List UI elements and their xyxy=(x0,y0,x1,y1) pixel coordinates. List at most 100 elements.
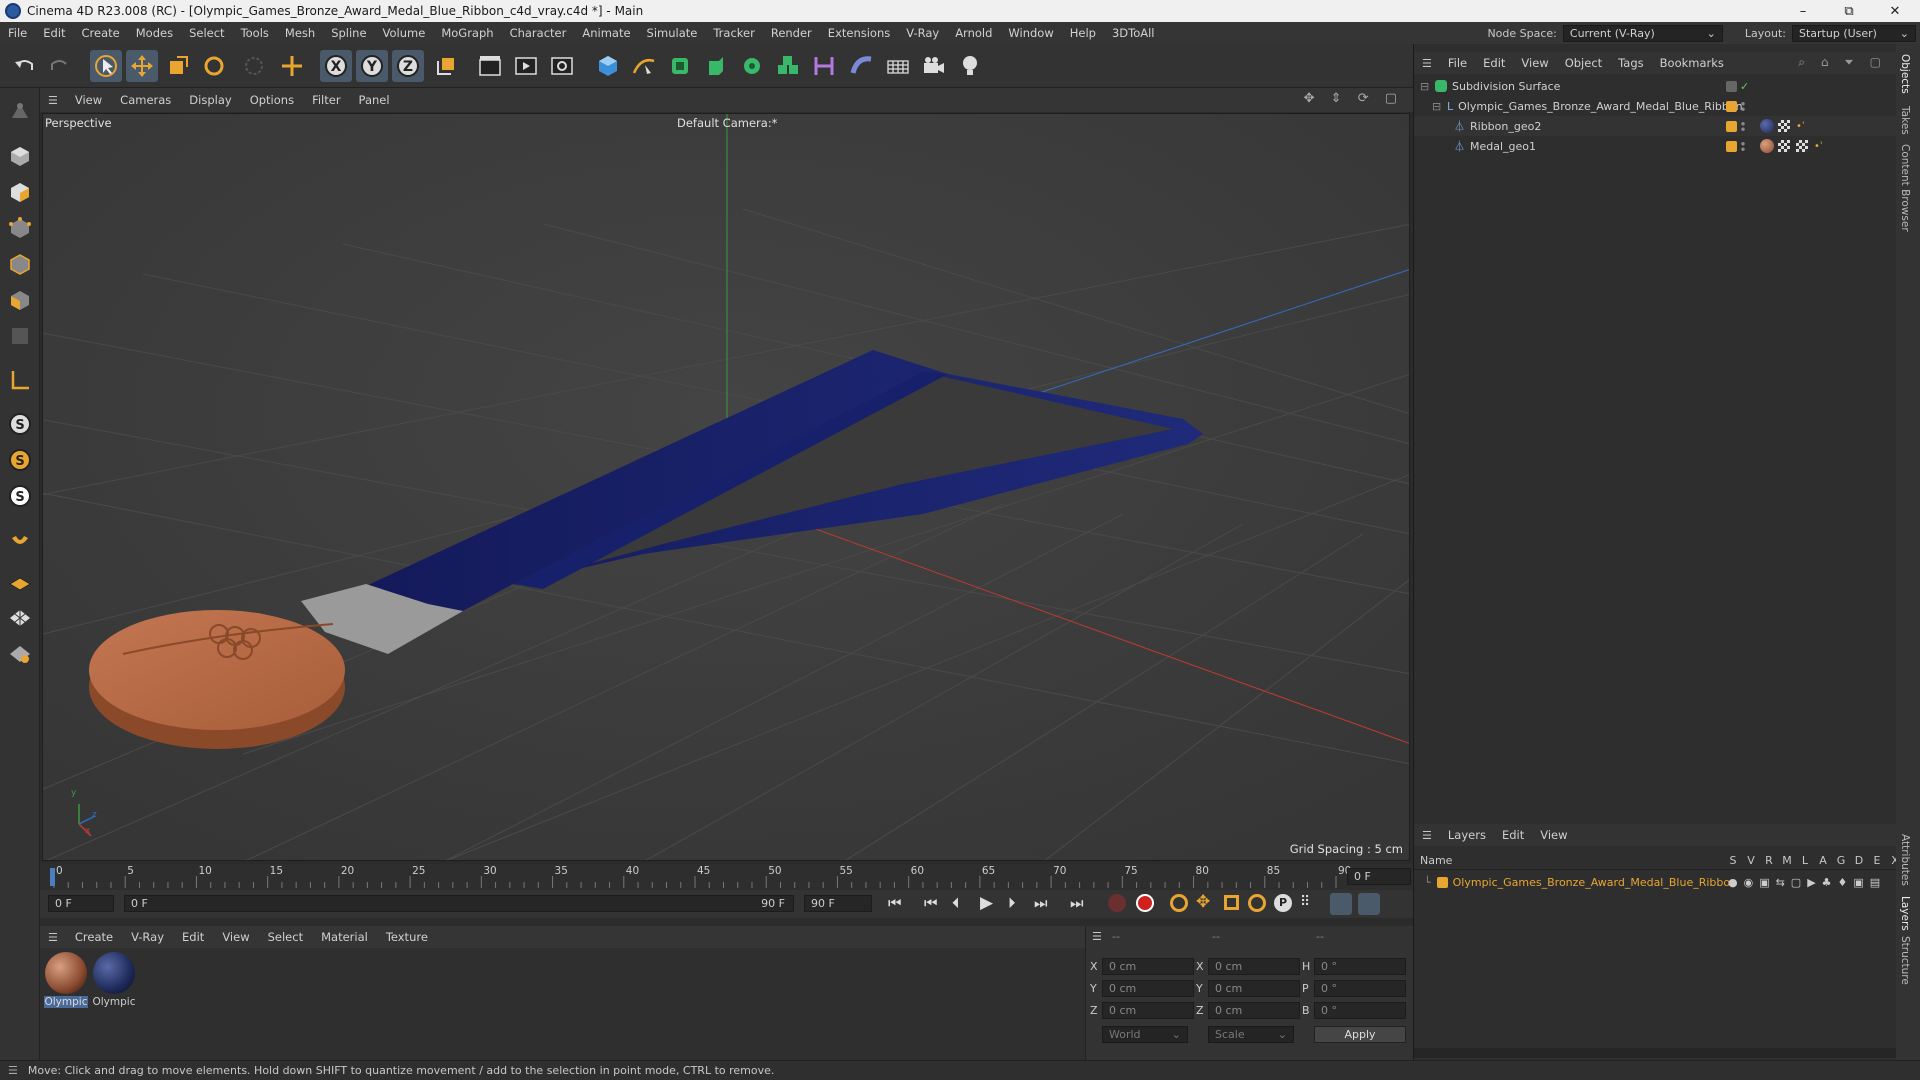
menu-character[interactable]: Character xyxy=(502,26,575,40)
planar-workplane-button[interactable] xyxy=(4,638,36,670)
magnet-button[interactable] xyxy=(4,524,36,556)
y-axis-lock-button[interactable]: Y xyxy=(356,50,388,82)
layer-flag-icons[interactable]: ●◉▣⇆▢▶♣♦▣▤ xyxy=(1728,876,1886,889)
snap-tool-button[interactable] xyxy=(276,50,308,82)
rotate-tool-button[interactable] xyxy=(198,50,230,82)
timeline-ruler[interactable]: 0 5 10 15 20 25 30 35 40 45 50 55 60 65 70 75 80 85 90 0 F xyxy=(40,864,1413,890)
record-inactive-icon[interactable] xyxy=(1108,894,1126,912)
visibility-dots-icon[interactable] xyxy=(1741,120,1745,132)
side-tab-takes[interactable]: Takes xyxy=(1899,106,1911,135)
layout-dropdown[interactable]: Startup (User) ⌄ xyxy=(1792,24,1916,42)
object-menu-object[interactable]: Object xyxy=(1557,56,1610,70)
hamburger-menu-icon[interactable]: ☰ xyxy=(8,1064,18,1077)
object-menu-tags[interactable]: Tags xyxy=(1610,56,1651,70)
hamburger-menu-icon[interactable]: ☰ xyxy=(40,931,66,944)
key-position-icon[interactable]: ✥ xyxy=(1196,892,1210,912)
hamburger-menu-icon[interactable]: ☰ xyxy=(40,94,66,107)
points-mode-button[interactable] xyxy=(4,212,36,244)
vray-tag-icon[interactable]: •ˈ xyxy=(1814,141,1823,152)
viewport-menu-filter[interactable]: Filter xyxy=(303,93,349,107)
object-row-medal[interactable]: ⏃ Medal_geo1 •ˈ xyxy=(1414,136,1897,156)
material-menu-vray[interactable]: V-Ray xyxy=(122,930,173,944)
side-tab-content-browser[interactable]: Content Browser xyxy=(1899,144,1911,232)
object-row-subdivision[interactable]: ⊟ Subdivision Surface ✓ xyxy=(1414,76,1897,96)
menu-render[interactable]: Render xyxy=(763,26,820,40)
material-menu-create[interactable]: Create xyxy=(66,930,122,944)
move-tool-button[interactable] xyxy=(126,50,158,82)
z-axis-lock-button[interactable]: Z xyxy=(392,50,424,82)
play-button[interactable]: ▶ xyxy=(980,893,993,913)
material-menu-material[interactable]: Material xyxy=(312,930,377,944)
menu-tracker[interactable]: Tracker xyxy=(705,26,763,40)
menu-create[interactable]: Create xyxy=(74,26,128,40)
start-frame-field[interactable]: 0 F xyxy=(48,895,114,912)
menu-modes[interactable]: Modes xyxy=(128,26,181,40)
uvw-tag-icon[interactable] xyxy=(1778,120,1790,132)
texture-mode-button[interactable] xyxy=(4,176,36,208)
material-menu-texture[interactable]: Texture xyxy=(377,930,437,944)
side-tab-structure[interactable]: Structure xyxy=(1899,936,1911,985)
cloner-button[interactable] xyxy=(736,50,768,82)
material-menu-select[interactable]: Select xyxy=(259,930,312,944)
menu-volume[interactable]: Volume xyxy=(375,26,434,40)
locked-workplane-button[interactable] xyxy=(4,602,36,634)
coordinate-system-button[interactable] xyxy=(430,50,462,82)
previous-frame-button[interactable]: ⏴ xyxy=(952,894,960,912)
3d-viewport[interactable]: Perspective Default Camera:* Grid Spacin… xyxy=(42,113,1410,861)
select-tool-button[interactable] xyxy=(90,50,122,82)
material-menu-edit[interactable]: Edit xyxy=(173,930,213,944)
coord-size-z-field[interactable]: 0 cm xyxy=(1208,1002,1300,1019)
make-editable-button[interactable] xyxy=(4,94,36,126)
close-window-button[interactable]: ✕ xyxy=(1872,0,1918,22)
node-space-dropdown[interactable]: Current (V-Ray) ⌄ xyxy=(1562,24,1723,42)
visibility-dots-icon[interactable] xyxy=(1741,100,1745,112)
coord-rot-h-field[interactable]: 0 ° xyxy=(1314,958,1406,975)
collapse-icon[interactable]: ⊟ xyxy=(1432,100,1442,113)
layer-color-swatch[interactable] xyxy=(1726,140,1737,152)
object-menu-view[interactable]: View xyxy=(1513,56,1556,70)
menu-mesh[interactable]: Mesh xyxy=(277,26,323,40)
menu-animate[interactable]: Animate xyxy=(574,26,638,40)
coord-size-x-field[interactable]: 0 cm xyxy=(1208,958,1300,975)
material-tag-icon[interactable] xyxy=(1760,119,1774,133)
vray-tag-icon[interactable]: •ˈ xyxy=(1796,121,1805,132)
object-menu-edit[interactable]: Edit xyxy=(1475,56,1513,70)
menu-mograph[interactable]: MoGraph xyxy=(433,26,501,40)
layer-row[interactable]: └ Olympic_Games_Bronze_Award_Medal_Blue_… xyxy=(1414,872,1897,892)
hamburger-menu-icon[interactable]: ☰ xyxy=(1414,829,1440,842)
key-pla-icon[interactable]: ⠿ xyxy=(1300,894,1310,910)
light-button[interactable] xyxy=(954,50,986,82)
viewport-camera-label[interactable]: Default Camera:* xyxy=(677,116,777,130)
uvw-tag-icon[interactable] xyxy=(1778,140,1790,152)
material-tag-icon[interactable] xyxy=(1760,139,1774,153)
material-swatch[interactable]: Olympic xyxy=(44,952,88,1012)
menu-file[interactable]: File xyxy=(0,26,35,40)
object-menu-bookmarks[interactable]: Bookmarks xyxy=(1652,56,1732,70)
end-frame-field[interactable]: 90 F xyxy=(804,895,872,912)
menu-select[interactable]: Select xyxy=(181,26,232,40)
hamburger-menu-icon[interactable]: ☰ xyxy=(1414,57,1440,70)
menu-tools[interactable]: Tools xyxy=(233,26,277,40)
menu-simulate[interactable]: Simulate xyxy=(639,26,706,40)
minimize-button[interactable]: – xyxy=(1780,0,1826,22)
uv-mode-button[interactable] xyxy=(4,320,36,352)
key-parameter-icon[interactable]: P xyxy=(1274,894,1292,912)
autokey-record-icon[interactable] xyxy=(1136,894,1154,912)
uvw-tag-icon[interactable] xyxy=(1796,140,1808,152)
motion-system-icon[interactable] xyxy=(1330,893,1352,915)
floor-button[interactable] xyxy=(882,50,914,82)
visibility-dots-icon[interactable] xyxy=(1741,140,1745,152)
scale-tool-button[interactable] xyxy=(162,50,194,82)
mograph-button[interactable] xyxy=(772,50,804,82)
layer-menu-edit[interactable]: Edit xyxy=(1494,828,1532,842)
quantize-button[interactable]: S xyxy=(4,480,36,512)
coord-system-dropdown[interactable]: World ⌄ xyxy=(1102,1026,1188,1043)
layer-scrollbar[interactable] xyxy=(1414,1048,1897,1058)
menu-window[interactable]: Window xyxy=(1000,26,1061,40)
polygons-mode-button[interactable] xyxy=(4,284,36,316)
coord-pos-x-field[interactable]: 0 cm xyxy=(1102,958,1194,975)
snap-settings-button[interactable]: S xyxy=(4,444,36,476)
key-scale-icon[interactable] xyxy=(1224,895,1239,910)
coord-pos-y-field[interactable]: 0 cm xyxy=(1102,980,1194,997)
extrude-button[interactable] xyxy=(700,50,732,82)
